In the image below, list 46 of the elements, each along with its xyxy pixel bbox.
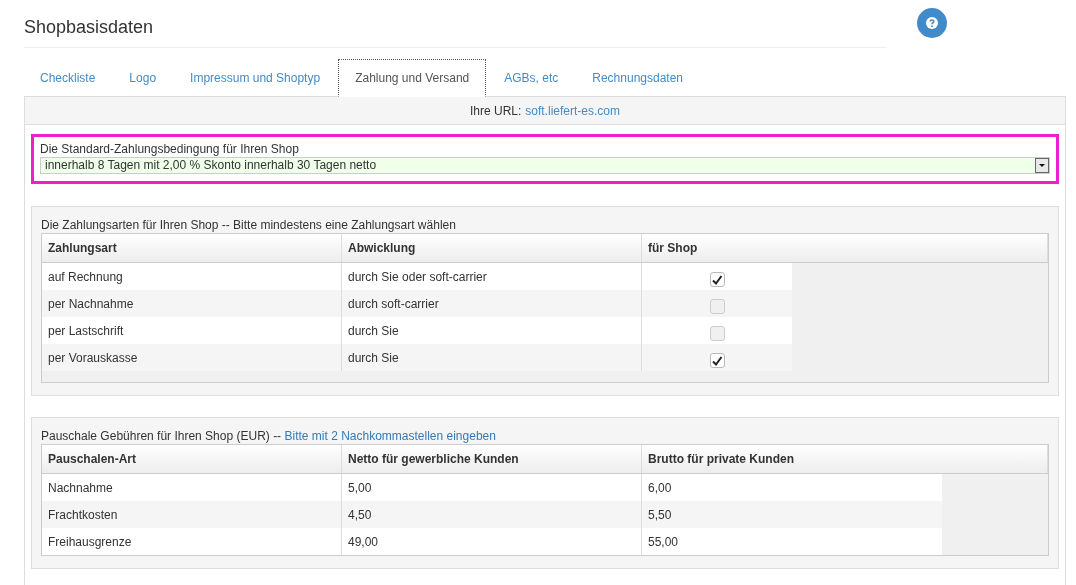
checkmark-icon [711, 354, 723, 367]
table-cell: per Lastschrift [42, 317, 342, 344]
hint-link[interactable]: Bitte mit 2 Nachkommastellen eingeben [284, 429, 496, 443]
checkmark-icon [711, 273, 723, 286]
checkbox[interactable] [709, 299, 725, 314]
table-cell: 6,00 [642, 474, 942, 501]
table-cell: 5,00 [342, 474, 642, 501]
help-button[interactable] [917, 8, 947, 38]
tab[interactable]: Logo [113, 59, 173, 97]
column-header: für Shop [642, 234, 1048, 262]
tab[interactable]: Zahlung und Versand [338, 59, 487, 97]
tab[interactable]: Checkliste [24, 59, 112, 97]
section-caption: Die Zahlungsarten für Ihren Shop -- Bitte mindestens eine Zahlungsart wählen [41, 217, 457, 233]
tab[interactable]: Impressum und Shoptyp [174, 59, 337, 97]
checked-checkbox[interactable] [709, 353, 725, 368]
select-value: innerhalb 8 Tagen mit 2,00 % Skonto innerhalb 30 Tagen netto [45, 158, 377, 173]
table-cell: per Nachnahme [42, 290, 342, 317]
column-header: Netto für gewerbliche Kunden [342, 445, 642, 473]
table-cell: per Vorauskasse [42, 344, 342, 371]
checkbox[interactable] [709, 326, 725, 341]
table-cell: durch Sie [342, 317, 642, 344]
table-cell: durch soft-carrier [342, 290, 642, 317]
table-cell: 5,50 [642, 501, 942, 528]
column-header: Abwicklung [342, 234, 642, 262]
tab[interactable]: Rechnungsdaten [576, 59, 699, 97]
table-cell: Nachnahme [42, 474, 342, 501]
section-caption: Pauschale Gebühren für Ihren Shop (EUR) -- Bitte mit 2 Nachkommastellen eingeben [41, 428, 497, 444]
tab[interactable]: AGBs, etc [488, 59, 575, 97]
question-icon [926, 17, 938, 29]
url-label: Ihre URL: [469, 102, 522, 120]
page-title: Shopbasisdaten [24, 16, 155, 38]
table-cell: durch Sie oder soft-carrier [342, 263, 642, 290]
column-header: Brutto für private Kunden [642, 445, 1048, 473]
column-header: Pauschalen-Art [42, 445, 342, 473]
payment-condition-select[interactable]: innerhalb 8 Tagen mit 2,00 % Skonto innerhalb 30 Tagen netto [40, 157, 1050, 174]
column-header: Zahlungsart [42, 234, 342, 262]
table-cell: Freihausgrenze [42, 528, 342, 555]
field-label: Die Standard-Zahlungsbedingung für Ihren Shop [40, 142, 300, 157]
table-cell: 55,00 [642, 528, 942, 555]
checked-checkbox[interactable] [709, 272, 725, 287]
table-cell: 4,50 [342, 501, 642, 528]
table-cell: 49,00 [342, 528, 642, 555]
table-cell: Frachtkosten [42, 501, 342, 528]
table-cell: auf Rechnung [42, 263, 342, 290]
url-link[interactable]: soft.liefert-es.com [525, 101, 621, 120]
table-cell: durch Sie [342, 344, 642, 371]
